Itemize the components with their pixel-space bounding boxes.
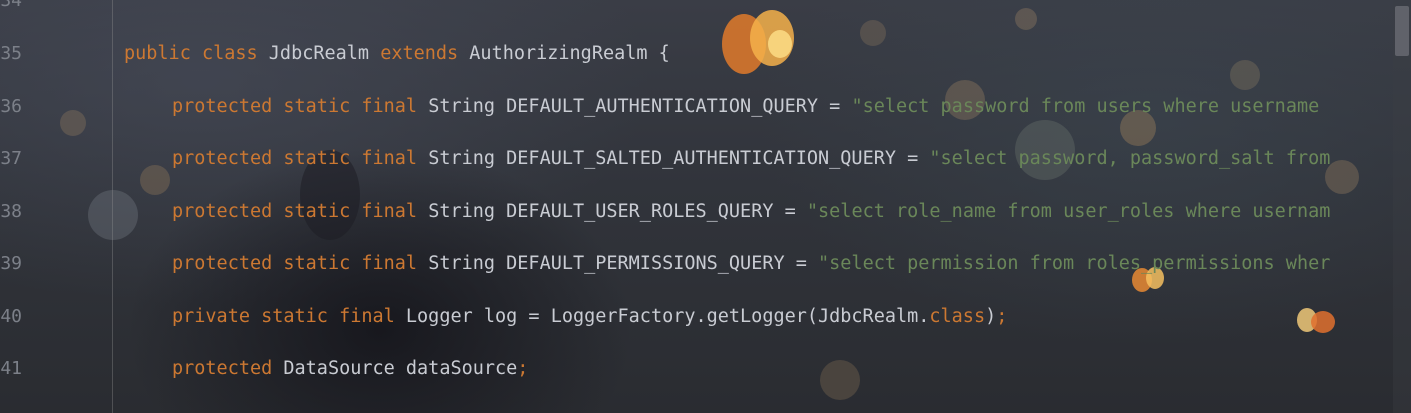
code-token: JdbcRealm — [268, 43, 381, 64]
keyword-token: static — [283, 201, 362, 222]
butterfly-icon — [722, 10, 794, 74]
keyword-token: class — [201, 43, 269, 64]
code-token: String DEFAULT_SALTED_AUTHENTICATION_QUE… — [428, 148, 930, 169]
code-line[interactable]: protected static final String DEFAULT_PE… — [172, 252, 1330, 276]
string-literal-token: "select password, password_salt from — [929, 148, 1331, 169]
keyword-token: protected — [172, 358, 284, 379]
line-number: 34 — [0, 0, 22, 11]
code-token: Logger log = LoggerFactory.getLogger(Jdb… — [405, 306, 930, 327]
keyword-token: static — [283, 96, 362, 117]
code-line[interactable]: private static final Logger log = Logger… — [172, 305, 1007, 329]
keyword-token: final — [361, 148, 429, 169]
line-number: 38 — [0, 201, 22, 222]
keyword-token: static — [283, 253, 362, 274]
string-literal-token: "select role_name from user_roles where … — [806, 201, 1331, 222]
code-editor[interactable]: 34 35 36 37 38 39 40 41 public class Jdb… — [0, 0, 1411, 413]
butterfly-icon — [1297, 308, 1335, 333]
background-bokeh — [820, 360, 860, 400]
keyword-token: ; — [517, 358, 529, 379]
line-number: 35 — [0, 43, 22, 64]
line-number: 39 — [0, 253, 22, 274]
vertical-scrollbar[interactable] — [1393, 0, 1411, 413]
keyword-token: final — [339, 306, 406, 327]
line-number-gutter: 34 35 36 37 38 39 40 41 — [0, 0, 113, 413]
keyword-token: protected — [172, 253, 284, 274]
line-number: 40 — [0, 306, 22, 327]
line-number: 36 — [0, 96, 22, 117]
keyword-token: protected — [172, 96, 284, 117]
code-token: DataSource dataSource — [283, 358, 518, 379]
keyword-token: final — [361, 253, 429, 274]
keyword-token: private — [172, 306, 262, 327]
keyword-token: protected — [172, 148, 284, 169]
code-line[interactable]: protected DataSource dataSource; — [172, 357, 528, 381]
code-line[interactable]: protected static final String DEFAULT_AU… — [172, 95, 1319, 119]
string-literal-token: "select password from users where userna… — [851, 96, 1320, 117]
code-token: AuthorizingRealm { — [469, 43, 670, 64]
background-bokeh — [140, 165, 170, 195]
code-token: String DEFAULT_PERMISSIONS_QUERY = — [428, 253, 819, 274]
keyword-token: static — [283, 148, 362, 169]
code-token: String DEFAULT_AUTHENTICATION_QUERY = — [428, 96, 852, 117]
code-token: ) — [985, 306, 997, 327]
keyword-token: final — [361, 96, 429, 117]
keyword-token: extends — [380, 43, 470, 64]
keyword-token: static — [261, 306, 340, 327]
line-number: 41 — [0, 358, 22, 379]
keyword-token: public — [124, 43, 202, 64]
keyword-token: protected — [172, 201, 284, 222]
background-bokeh — [1230, 60, 1260, 90]
code-token: String DEFAULT_USER_ROLES_QUERY = — [428, 201, 807, 222]
string-literal-token: "select permission from roles_permission… — [818, 253, 1331, 274]
code-line[interactable]: protected static final String DEFAULT_SA… — [172, 147, 1330, 171]
keyword-token: ; — [996, 306, 1008, 327]
background-bokeh — [860, 20, 886, 46]
code-line[interactable]: public class JdbcRealm extends Authorizi… — [124, 42, 670, 66]
keyword-token: class — [929, 306, 986, 327]
background-bokeh — [1015, 8, 1037, 30]
code-line[interactable]: protected static final String DEFAULT_US… — [172, 200, 1330, 224]
keyword-token: final — [361, 201, 429, 222]
scrollbar-thumb[interactable] — [1395, 6, 1409, 56]
line-number: 37 — [0, 148, 22, 169]
